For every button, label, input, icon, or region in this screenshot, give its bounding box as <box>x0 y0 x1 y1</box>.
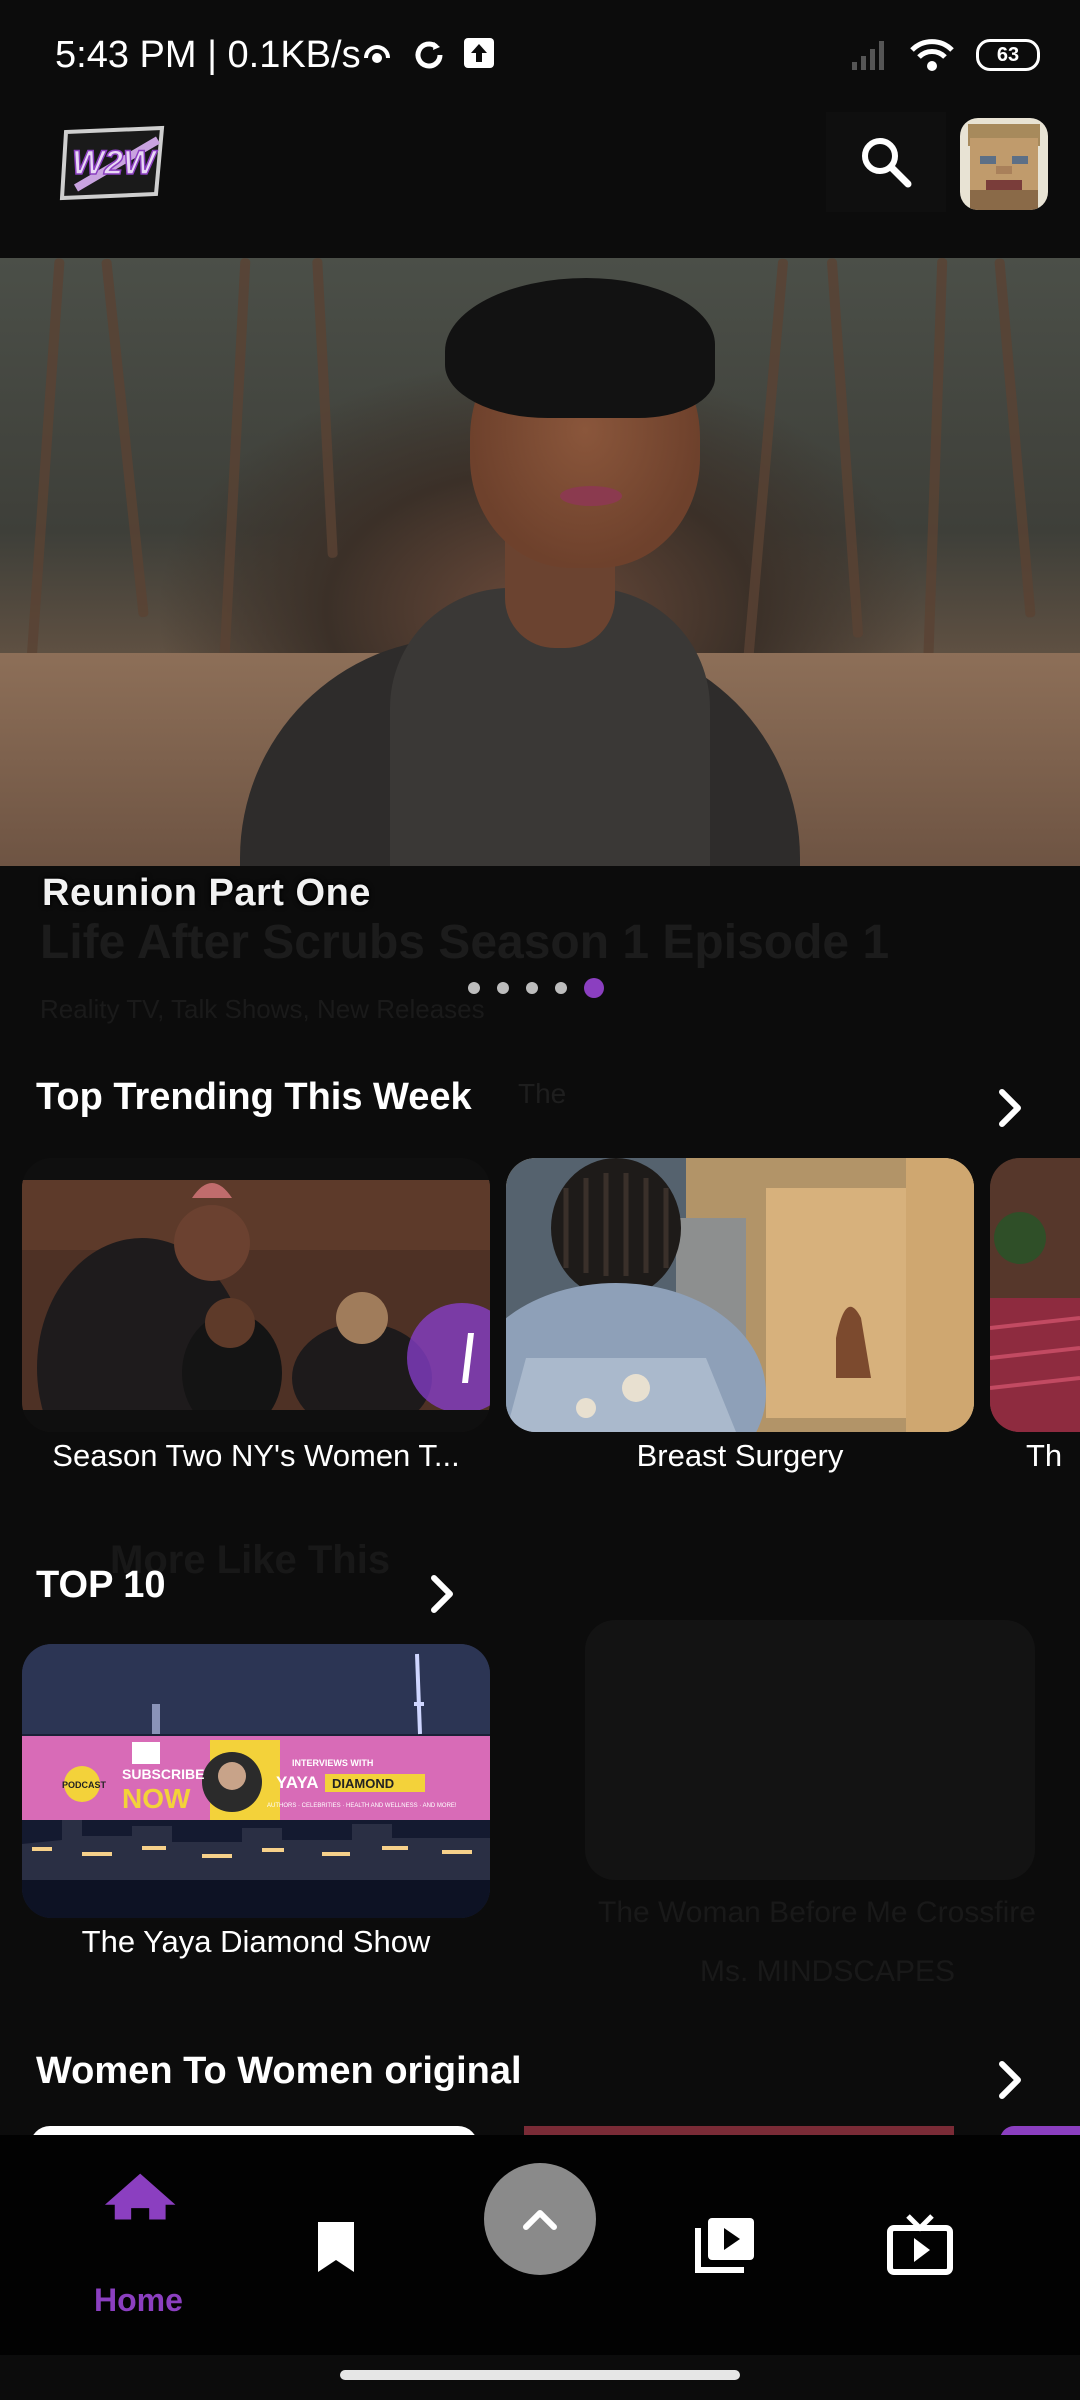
chevron-right-icon <box>999 2061 1021 2099</box>
trending-ghost-text: The <box>518 1078 567 1109</box>
search-button[interactable] <box>826 112 946 212</box>
section-title-top10: TOP 10 <box>36 1564 166 1606</box>
nav-playlist-button[interactable] <box>694 2214 758 2281</box>
svg-text:W2W: W2W <box>72 144 158 182</box>
trending-card-2[interactable] <box>506 1158 974 1432</box>
nav-home-label[interactable]: Home <box>94 2282 183 2319</box>
hero-title: Reunion Part One <box>42 872 371 914</box>
status-notification-icons <box>358 36 496 74</box>
bookmark-icon <box>318 2222 354 2272</box>
section-title-trending: Top Trending This Week <box>36 1076 472 1118</box>
top10-ghost-card <box>585 1620 1035 1880</box>
status-system-icons: 63 <box>850 38 1040 72</box>
carousel-dot[interactable] <box>468 982 480 994</box>
chevron-up-icon <box>523 2210 557 2230</box>
chevron-right-icon <box>999 1089 1021 1127</box>
trending-card-1[interactable] <box>22 1158 490 1432</box>
carousel-dot[interactable] <box>555 982 567 994</box>
trending-card-2-title: Breast Surgery <box>636 1438 844 1473</box>
nav-tv-button[interactable] <box>886 2212 954 2281</box>
top10-ghost-card-subtitle: Ms. MINDSCAPES <box>700 1955 956 1988</box>
w2w-logo[interactable]: W2W <box>58 122 170 202</box>
hotspot-icon <box>364 45 390 63</box>
home-icon <box>104 2173 176 2220</box>
search-icon <box>862 138 912 188</box>
tv-play-icon <box>887 2214 953 2275</box>
top10-ghost-card-title: The Woman Before Me Crossfire <box>598 1896 1036 1929</box>
hero-background-genres: Reality TV, Talk Shows, New Releases <box>40 994 485 1024</box>
chevron-right-icon <box>431 1575 453 1613</box>
upload-icon <box>464 38 494 68</box>
profile-avatar[interactable] <box>960 118 1048 210</box>
svg-text:SUBSCRIBE: SUBSCRIBE <box>122 1766 204 1782</box>
hero-banner[interactable] <box>0 258 1080 866</box>
carousel-dot[interactable] <box>497 982 509 994</box>
nav-home-button[interactable] <box>90 2172 188 2237</box>
trending-card-1-title: Season Two NY's Women T... <box>52 1438 460 1473</box>
svg-text:YAYA: YAYA <box>276 1773 319 1792</box>
scroll-to-top-button[interactable] <box>484 2163 596 2275</box>
battery-indicator: 63 <box>976 39 1040 71</box>
nav-bookmarks-button[interactable] <box>310 2218 362 2281</box>
trending-see-all-button[interactable] <box>986 1084 1034 1137</box>
carousel-indicator[interactable] <box>468 978 604 998</box>
wifi-icon <box>910 39 954 71</box>
top10-see-all-button[interactable] <box>418 1570 466 1623</box>
playlist-play-icon <box>695 2218 754 2273</box>
originals-see-all-button[interactable] <box>986 2056 1034 2109</box>
top10-card-1[interactable]: PODCAST SUBSCRIBE NOW INTERVIEWS WITH YA… <box>22 1644 490 1918</box>
svg-text:DIAMOND: DIAMOND <box>332 1776 394 1791</box>
top10-card-1-title: The Yaya Diamond Show <box>81 1924 431 1959</box>
carousel-dot[interactable] <box>526 982 538 994</box>
trending-card-3-title: Th <box>1026 1438 1063 1473</box>
signal-icon <box>852 41 884 70</box>
sync-icon <box>415 41 443 69</box>
svg-text:NOW: NOW <box>122 1783 191 1814</box>
svg-text:AUTHORS · CELEBRITIES · HEALTH: AUTHORS · CELEBRITIES · HEALTH AND WELLN… <box>267 1803 457 1809</box>
status-time-speed: 5:43 PM | 0.1KB/s <box>55 34 361 76</box>
status-bar: 5:43 PM | 0.1KB/s 63 <box>0 0 1080 110</box>
carousel-dot-active[interactable] <box>584 978 604 998</box>
system-home-indicator[interactable] <box>340 2370 740 2380</box>
hero-background-subtitle: Life After Scrubs Season 1 Episode 1 <box>40 916 890 969</box>
section-title-originals: Women To Women original <box>36 2050 522 2092</box>
svg-text:PODCAST: PODCAST <box>62 1780 107 1790</box>
svg-text:INTERVIEWS WITH: INTERVIEWS WITH <box>292 1758 373 1768</box>
trending-card-3[interactable] <box>990 1158 1080 1432</box>
